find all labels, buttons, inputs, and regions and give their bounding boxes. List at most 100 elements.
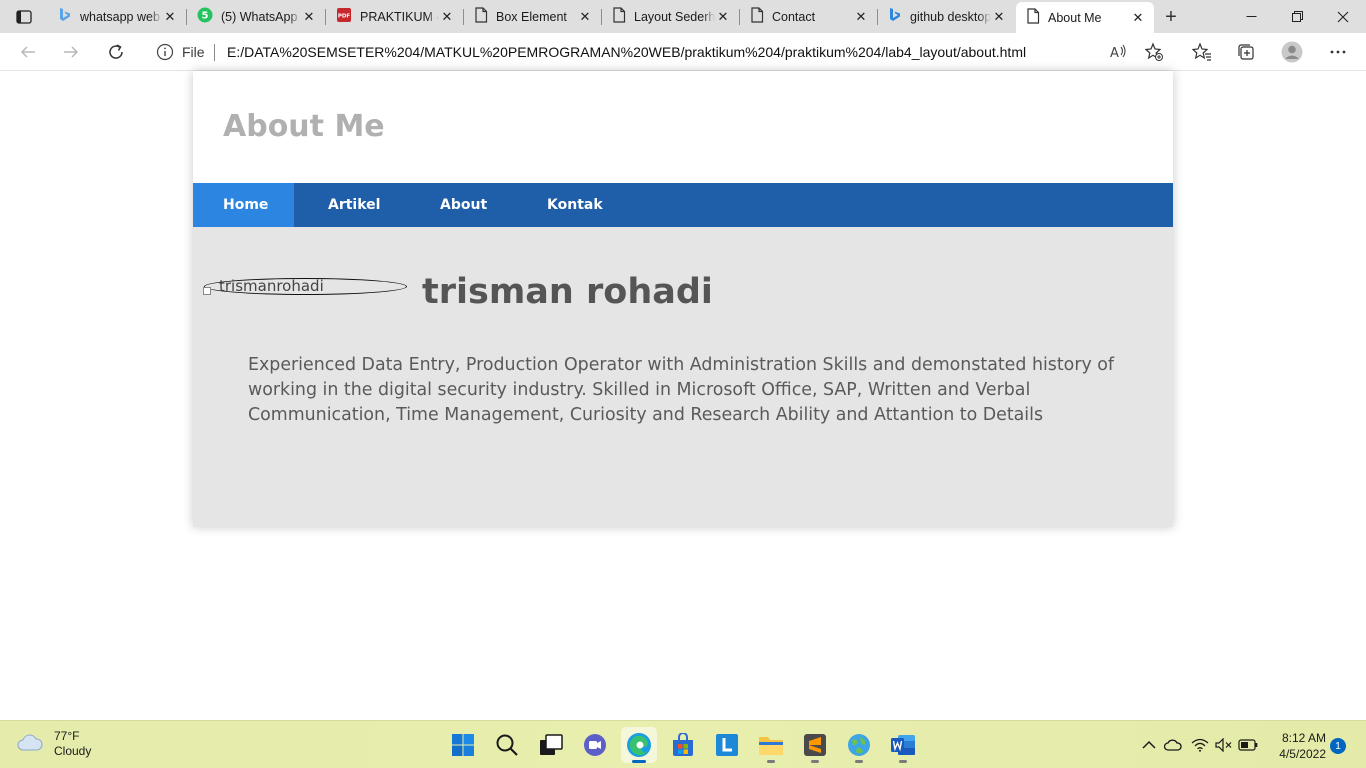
profile-section: trismanrohadi trisman rohadi Experienced… — [193, 227, 1173, 527]
page-icon — [750, 7, 764, 26]
refresh-button[interactable] — [101, 37, 131, 67]
add-favorite-icon[interactable] — [1144, 42, 1164, 62]
tab-whatsapp-web[interactable]: whatsapp web ✕ — [48, 3, 186, 30]
restore-button[interactable] — [1274, 0, 1320, 33]
weather-condition: Cloudy — [54, 744, 92, 758]
notification-badge[interactable]: 1 — [1330, 738, 1346, 754]
close-icon[interactable]: ✕ — [439, 9, 455, 25]
nav-home[interactable]: Home — [193, 183, 294, 227]
close-icon[interactable]: ✕ — [301, 9, 317, 25]
tab-title: (5) WhatsApp — [221, 9, 298, 24]
task-view-icon[interactable] — [533, 727, 569, 763]
windows-taskbar: 77°F Cloudy 8:12 AM 4/5/2022 1 — [0, 720, 1366, 768]
url-text[interactable]: E:/DATA%20SEMSETER%204/MATKUL%20PEMROGRA… — [227, 44, 1026, 60]
favorites-icon[interactable] — [1190, 40, 1214, 64]
svg-text:5: 5 — [202, 11, 209, 22]
clock-date: 4/5/2022 — [1279, 747, 1326, 761]
browser-tab-strip: whatsapp web ✕ 5 (5) WhatsApp ✕ PDF PRAK… — [0, 0, 1366, 33]
page-title: About Me — [223, 109, 385, 144]
active-indicator — [632, 760, 646, 763]
back-button[interactable] — [13, 37, 43, 67]
tab-whatsapp[interactable]: 5 (5) WhatsApp ✕ — [187, 3, 325, 30]
svg-text:PDF: PDF — [338, 14, 351, 20]
browser-toolbar: File E:/DATA%20SEMSETER%204/MATKUL%20PEM… — [0, 33, 1366, 71]
running-indicator — [899, 760, 907, 763]
page-icon — [612, 7, 626, 26]
close-icon[interactable]: ✕ — [577, 9, 593, 25]
tab-title: About Me — [1048, 10, 1102, 25]
main-nav: Home Artikel About Kontak — [193, 183, 1173, 227]
running-indicator — [855, 760, 863, 763]
read-aloud-icon[interactable]: A — [1108, 42, 1128, 62]
page-container: About Me Home Artikel About Kontak trism… — [193, 71, 1173, 527]
close-icon[interactable]: ✕ — [162, 9, 178, 25]
cloud-icon — [16, 731, 44, 758]
tab-title: github desktop — [910, 9, 991, 24]
close-icon[interactable]: ✕ — [1130, 10, 1146, 26]
new-tab-button[interactable]: + — [1160, 6, 1182, 28]
minimize-button[interactable] — [1228, 0, 1274, 33]
more-menu-icon[interactable] — [1326, 40, 1350, 64]
profile-avatar[interactable] — [1280, 40, 1304, 64]
collections-icon[interactable] — [1234, 40, 1258, 64]
tab-actions-icon[interactable] — [10, 6, 38, 28]
l-app-icon[interactable] — [709, 727, 745, 763]
tab-title: Contact — [772, 9, 816, 24]
system-clock[interactable]: 8:12 AM 4/5/2022 — [1268, 730, 1326, 762]
tab-layout-sederhana[interactable]: Layout Sederhana ✕ — [602, 3, 739, 30]
tab-contact[interactable]: Contact ✕ — [740, 3, 877, 30]
tab-title: PRAKTIKUM 4 — [360, 9, 439, 24]
speaker-muted-icon[interactable] — [1214, 735, 1234, 755]
profile-description: Experienced Data Entry, Production Opera… — [248, 355, 1115, 425]
tab-title: Box Element — [496, 9, 567, 24]
running-indicator — [811, 760, 819, 763]
profile-name: trisman rohadi — [422, 272, 713, 312]
page-header: About Me — [193, 71, 1173, 183]
nav-artikel[interactable]: Artikel — [294, 183, 406, 227]
address-bar[interactable]: File E:/DATA%20SEMSETER%204/MATKUL%20PEM… — [144, 36, 1174, 68]
store-icon[interactable] — [665, 727, 701, 763]
page-icon — [474, 7, 488, 26]
weather-temp: 77°F — [54, 729, 80, 743]
nav-kontak[interactable]: Kontak — [513, 183, 633, 227]
onedrive-icon[interactable] — [1163, 735, 1183, 755]
page-icon — [1026, 8, 1040, 27]
word-icon[interactable] — [885, 727, 921, 763]
tab-github-desktop[interactable]: github desktop ✕ — [878, 3, 1015, 30]
running-indicator — [767, 760, 775, 763]
close-icon[interactable]: ✕ — [853, 9, 869, 25]
file-explorer-icon[interactable] — [753, 727, 789, 763]
chevron-up-icon[interactable] — [1139, 735, 1159, 755]
tab-title: Layout Sederhana — [634, 9, 715, 24]
profile-image-broken: trismanrohadi — [203, 277, 407, 295]
globe-app-icon[interactable] — [841, 727, 877, 763]
search-icon[interactable] — [489, 727, 525, 763]
weather-widget[interactable]: 77°F Cloudy — [16, 729, 91, 759]
wifi-icon[interactable] — [1190, 735, 1210, 755]
url-divider — [214, 44, 215, 61]
bing-icon — [58, 7, 72, 26]
forward-button[interactable] — [56, 37, 86, 67]
chat-icon[interactable] — [577, 727, 613, 763]
battery-icon[interactable] — [1238, 735, 1258, 755]
tab-praktikum-pdf[interactable]: PDF PRAKTIKUM 4 ✕ — [326, 3, 463, 30]
whatsapp-icon: 5 — [197, 7, 213, 26]
nav-about[interactable]: About — [406, 183, 513, 227]
bing-icon — [888, 7, 902, 26]
svg-text:A: A — [1110, 46, 1119, 60]
tab-title: whatsapp web — [80, 9, 160, 24]
broken-image-icon — [203, 282, 211, 295]
url-scheme-label: File — [182, 44, 205, 60]
tab-about-me[interactable]: About Me ✕ — [1016, 2, 1154, 33]
windows-start-icon[interactable] — [445, 727, 481, 763]
clock-time: 8:12 AM — [1281, 731, 1326, 745]
edge-icon[interactable] — [621, 727, 657, 763]
close-window-button[interactable] — [1320, 0, 1366, 33]
close-icon[interactable]: ✕ — [991, 9, 1007, 25]
pdf-icon: PDF — [336, 7, 352, 26]
info-icon[interactable] — [156, 43, 174, 61]
tab-box-element[interactable]: Box Element ✕ — [464, 3, 601, 30]
close-icon[interactable]: ✕ — [715, 9, 731, 25]
sublime-text-icon[interactable] — [797, 727, 833, 763]
profile-image-alt-text: trismanrohadi — [219, 277, 324, 295]
